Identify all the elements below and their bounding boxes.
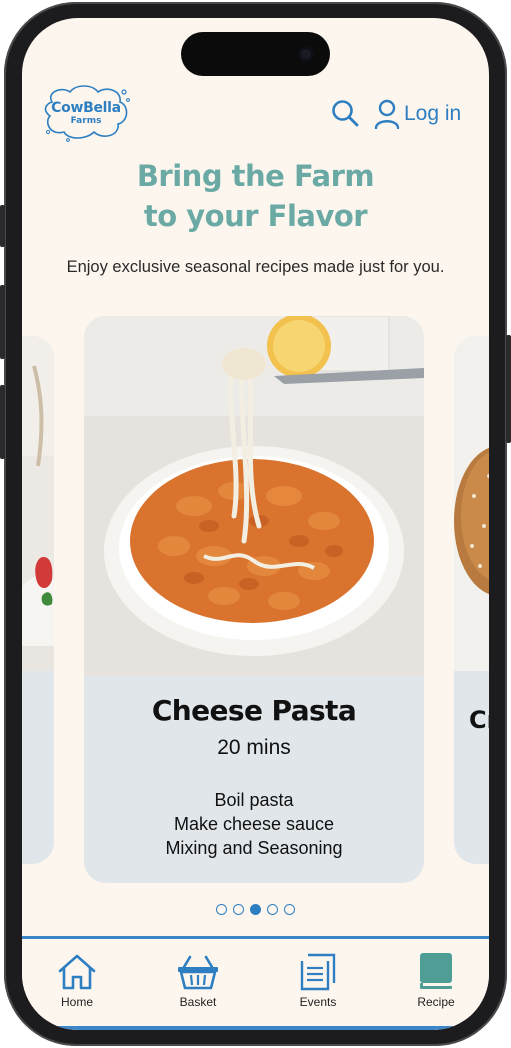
- user-icon: [374, 99, 400, 129]
- side-button: [0, 285, 5, 359]
- cowbella-logo[interactable]: CowBella Farms: [42, 82, 130, 144]
- carousel-pagination: [22, 904, 489, 915]
- tab-events-label: Events: [299, 995, 337, 1009]
- recipe-photo-cheese-pasta: [84, 316, 424, 676]
- recipe-step: Make cheese sauce: [173, 814, 335, 834]
- carousel-dot[interactable]: [233, 904, 244, 915]
- recipe-card-previous[interactable]: [22, 336, 54, 864]
- hero-headline: Bring the Farm to your Flavor: [22, 156, 489, 236]
- recipe-step: Boil pasta: [214, 790, 294, 810]
- carousel-dot[interactable]: [267, 904, 278, 915]
- home-icon: [58, 954, 96, 990]
- dynamic-island: [181, 32, 330, 76]
- recipe-book-icon: [420, 953, 452, 989]
- app-screen: CowBella Farms Log in Bring the Farm to …: [22, 18, 489, 1030]
- recipe-card-next[interactable]: Cr: [454, 336, 489, 864]
- recipe-photo-previous: [22, 336, 54, 671]
- login-label: Log in: [404, 102, 462, 125]
- recipe-step: Mixing and Seasoning: [165, 838, 343, 858]
- tab-events[interactable]: Events: [273, 953, 363, 1013]
- recipe-photo-next: [454, 336, 489, 671]
- camera-icon: [298, 46, 314, 62]
- search-icon[interactable]: [330, 98, 360, 128]
- tab-recipe[interactable]: Recipe: [391, 953, 481, 1013]
- tab-home[interactable]: Home: [32, 953, 122, 1013]
- carousel-dot[interactable]: [284, 904, 295, 915]
- tab-basket[interactable]: Basket: [153, 953, 243, 1013]
- recipe-title-next: Cr: [469, 706, 489, 734]
- side-button: [506, 335, 511, 443]
- recipe-steps: Boil pasta Make cheese sauce Mixing and …: [84, 788, 424, 860]
- basket-icon: [178, 955, 218, 990]
- hero-headline-line1: Bring the Farm: [136, 159, 375, 193]
- logo-brand-subname: Farms: [70, 116, 102, 126]
- recipe-time: 20 mins: [217, 736, 291, 759]
- hero-headline-line2: to your Flavor: [143, 199, 368, 233]
- side-button: [0, 205, 5, 247]
- tab-bar-bottom-border: [22, 1026, 489, 1030]
- carousel-dot-active[interactable]: [250, 904, 261, 915]
- tab-basket-label: Basket: [179, 995, 217, 1009]
- tab-home-label: Home: [60, 995, 93, 1009]
- side-button: [0, 385, 5, 459]
- recipe-title: Cheese Pasta: [151, 694, 357, 727]
- login-button[interactable]: Log in: [374, 98, 461, 130]
- logo-brand-name: CowBella: [51, 100, 121, 116]
- carousel-dot[interactable]: [216, 904, 227, 915]
- bottom-tab-bar: Home Basket Events Recipe: [22, 936, 489, 1030]
- events-document-icon: [300, 953, 336, 991]
- tab-recipe-label: Recipe: [417, 995, 455, 1009]
- recipe-card-current[interactable]: Cheese Pasta 20 mins Boil pasta Make che…: [84, 316, 424, 883]
- hero-subtitle: Enjoy exclusive seasonal recipes made ju…: [66, 258, 445, 276]
